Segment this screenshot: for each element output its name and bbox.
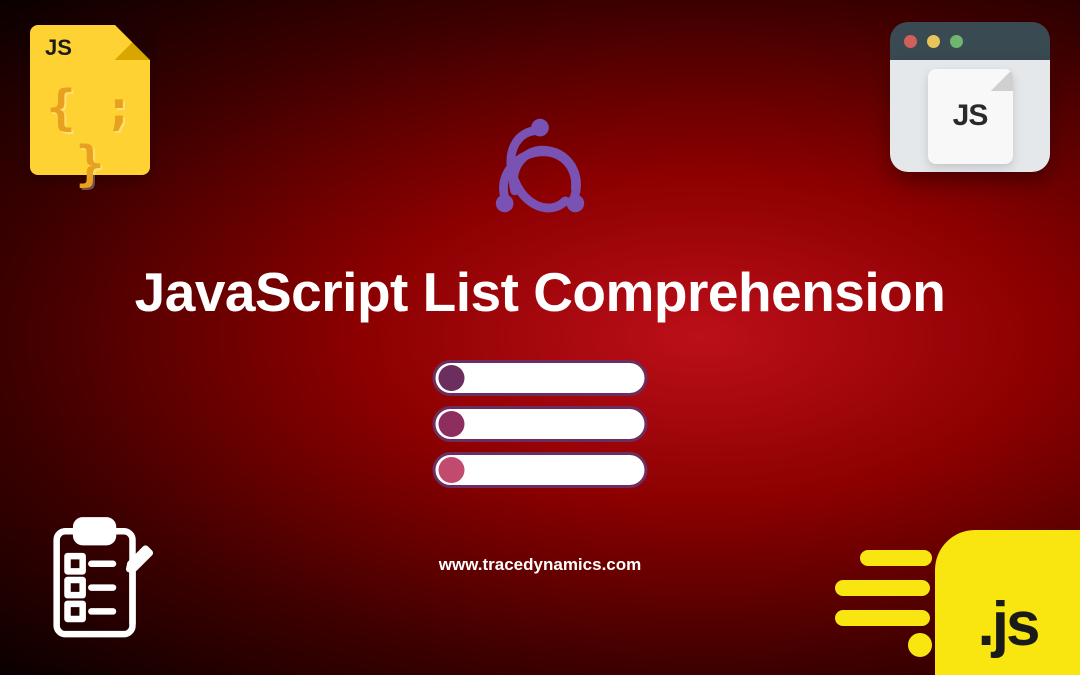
clipboard-checklist-icon xyxy=(45,515,155,645)
speed-line-2 xyxy=(835,580,930,596)
browser-minimize-dot xyxy=(927,35,940,48)
browser-titlebar xyxy=(890,22,1050,60)
list-bar-dot-1 xyxy=(439,365,465,391)
list-bar-2 xyxy=(433,406,648,442)
browser-window-icon: JS xyxy=(890,22,1050,172)
speed-lines-icon xyxy=(800,550,932,640)
js-file-background: JS { ; } xyxy=(30,25,150,175)
speed-line-3 xyxy=(835,610,930,626)
browser-body: JS xyxy=(890,60,1050,172)
list-bar-3 xyxy=(433,452,648,488)
js-box-text: .js xyxy=(978,589,1038,660)
js-speed-logo: .js xyxy=(800,515,1080,675)
speed-dot-icon xyxy=(908,633,932,657)
browser-maximize-dot xyxy=(950,35,963,48)
list-bar-1 xyxy=(433,360,648,396)
js-yellow-box: .js xyxy=(935,530,1080,675)
js-paper-fold xyxy=(991,69,1013,91)
redux-logo-icon xyxy=(475,115,605,235)
js-file-code-symbol: { ; } xyxy=(30,80,150,192)
js-file-label: JS xyxy=(45,35,72,61)
page-title: JavaScript List Comprehension xyxy=(0,260,1080,324)
speed-line-1 xyxy=(860,550,932,566)
js-paper-icon: JS xyxy=(928,69,1013,164)
list-bar-dot-2 xyxy=(439,411,465,437)
browser-close-dot xyxy=(904,35,917,48)
js-file-fold-corner xyxy=(115,25,150,60)
list-bar-dot-3 xyxy=(439,457,465,483)
js-file-icon: JS { ; } xyxy=(30,25,150,175)
js-paper-text: JS xyxy=(953,99,988,133)
list-bars-icon xyxy=(433,360,648,488)
